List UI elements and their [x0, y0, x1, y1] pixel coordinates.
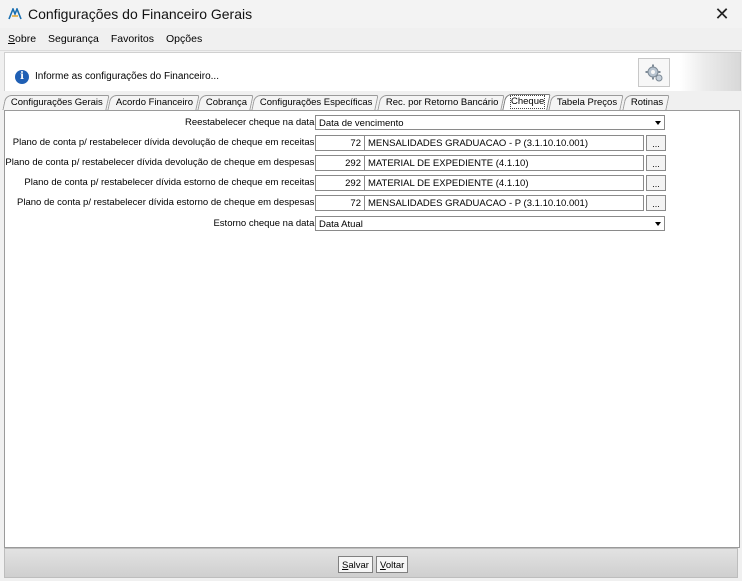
back-button[interactable]: Voltar [376, 556, 409, 573]
info-bar-gradient [680, 53, 740, 91]
tab-cobranca[interactable]: Cobrança [197, 95, 254, 110]
plano-dev-receitas-code[interactable]: 72 [315, 135, 365, 151]
row-plano-dev-despesas: Plano de conta p/ restabelecer dívida de… [5, 155, 739, 171]
row-plano-est-despesas: Plano de conta p/ restabelecer dívida es… [5, 195, 739, 211]
plano-est-despesas-lookup-button[interactable]: ... [646, 195, 666, 211]
tab-configuracoes-gerais[interactable]: Configurações Gerais [2, 95, 110, 110]
plano-est-despesas-code[interactable]: 72 [315, 195, 365, 211]
restabelecer-data-value: Data de vencimento [319, 118, 404, 129]
plano-est-despesas-label: Plano de conta p/ restabelecer dívida es… [17, 197, 317, 208]
tab-label: Acordo Financeiro [115, 97, 193, 108]
tab-label: Cheque [510, 95, 546, 109]
info-bar: i Informe as configurações do Financeiro… [4, 52, 741, 91]
tab-configuracoes-especificas[interactable]: Configurações Específicas [251, 95, 380, 110]
menu-sobre-label: obre [15, 33, 37, 45]
tab-acordo-financeiro[interactable]: Acordo Financeiro [107, 95, 200, 110]
tab-rec-retorno-bancario[interactable]: Rec. por Retorno Bancário [377, 95, 505, 110]
row-plano-dev-receitas: Plano de conta p/ restabelecer dívida de… [5, 135, 739, 151]
menu-seguranca[interactable]: Segurança [48, 33, 99, 45]
plano-est-despesas-desc: MENSALIDADES GRADUACAO - P (3.1.10.10.00… [364, 195, 644, 211]
footer-bar: Salvar Voltar [4, 548, 738, 578]
info-icon: i [15, 70, 29, 84]
tab-tabela-precos[interactable]: Tabela Preços [548, 95, 625, 110]
app-logo-icon [8, 7, 22, 21]
tab-label: Configurações Gerais [10, 97, 103, 108]
menu-opcoes[interactable]: Opções [166, 33, 202, 45]
plano-dev-despesas-label: Plano de conta p/ restabelecer dívida de… [5, 157, 317, 168]
plano-dev-despesas-code[interactable]: 292 [315, 155, 365, 171]
plano-est-receitas-lookup-button[interactable]: ... [646, 175, 666, 191]
plano-dev-despesas-lookup-button[interactable]: ... [646, 155, 666, 171]
tab-label: Cobrança [205, 97, 248, 108]
plano-dev-receitas-label: Plano de conta p/ restabelecer dívida de… [12, 137, 317, 148]
tab-strip: Configurações Gerais Acordo Financeiro C… [2, 94, 738, 110]
estorno-data-label: Estorno cheque na data: [213, 218, 317, 229]
plano-est-receitas-code[interactable]: 292 [315, 175, 365, 191]
estorno-data-value: Data Atual [319, 219, 363, 230]
restabelecer-data-select[interactable]: Data de vencimento [315, 115, 665, 130]
tab-label: Rec. por Retorno Bancário [385, 97, 499, 108]
tab-label: Tabela Preços [557, 97, 618, 108]
settings-gear-button[interactable] [638, 58, 670, 87]
back-button-rest: oltar [385, 560, 405, 571]
chevron-down-icon [655, 121, 661, 125]
tab-label: Configurações Específicas [260, 97, 373, 108]
plano-est-receitas-label: Plano de conta p/ restabelecer dívida es… [24, 177, 317, 188]
row-estorno-data: Estorno cheque na data: Data Atual [5, 216, 739, 232]
menu-favoritos[interactable]: Favoritos [111, 33, 154, 45]
save-button[interactable]: Salvar [338, 556, 373, 573]
close-button[interactable]: ✕ [712, 4, 732, 24]
save-button-rest: alvar [348, 560, 369, 571]
window-title: Configurações do Financeiro Gerais [28, 6, 253, 22]
restabelecer-data-label: Reestabelecer cheque na data: [184, 117, 317, 128]
gear-icon [645, 64, 663, 81]
plano-dev-receitas-lookup-button[interactable]: ... [646, 135, 666, 151]
row-plano-est-receitas: Plano de conta p/ restabelecer dívida es… [5, 175, 739, 191]
menu-sobre[interactable]: Sobre [8, 33, 36, 45]
tab-label: Rotinas [630, 97, 663, 108]
chevron-down-icon [655, 222, 661, 226]
info-text: Informe as configurações do Financeiro..… [35, 71, 219, 82]
plano-dev-receitas-desc: MENSALIDADES GRADUACAO - P (3.1.10.10.00… [364, 135, 644, 151]
tab-cheque[interactable]: Cheque [502, 94, 552, 110]
row-restabelecer-data: Reestabelecer cheque na data: Data de ve… [5, 115, 739, 131]
plano-dev-despesas-desc: MATERIAL DE EXPEDIENTE (4.1.10) [364, 155, 644, 171]
menu-bar: Sobre Segurança Favoritos Opções [0, 28, 742, 51]
estorno-data-select[interactable]: Data Atual [315, 216, 665, 231]
plano-est-receitas-desc: MATERIAL DE EXPEDIENTE (4.1.10) [364, 175, 644, 191]
cheque-panel: Reestabelecer cheque na data: Data de ve… [4, 110, 740, 548]
title-bar: Configurações do Financeiro Gerais ✕ [0, 0, 742, 28]
tab-rotinas[interactable]: Rotinas [622, 95, 670, 110]
